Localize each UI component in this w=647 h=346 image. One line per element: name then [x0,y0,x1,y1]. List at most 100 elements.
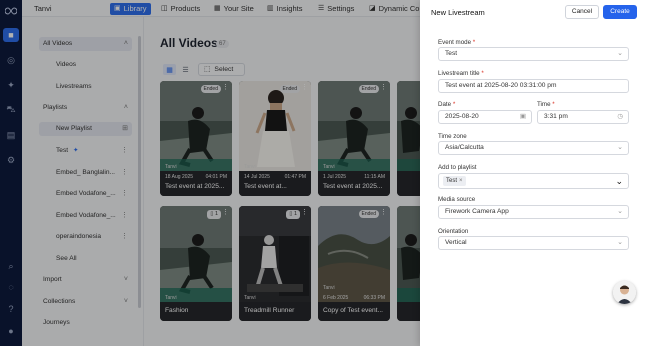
sidebar-item-playlist[interactable]: Embed_ Banglalin... ⋮ [56,166,132,180]
sidebar-item-playlist[interactable]: Test ✦ ⋮ [56,144,132,158]
sidebar-item-playlist[interactable]: Embed Vodafone_... ⋮ [56,209,132,223]
card-title: Copy of Test event... [323,307,383,314]
tab-insights[interactable]: ▥ Insights [267,3,302,15]
orientation-label: Orientation [438,228,469,235]
video-thumbnail [160,81,232,171]
card-date: 14 Jul 2025 [244,174,270,180]
tab-dynamic-content[interactable]: ◪ Dynamic Co [369,3,419,15]
book-rail-icon[interactable]: ▤ [3,128,19,142]
time-zone-select[interactable]: Asia/Calcutta ⌄ [438,141,629,155]
more-icon[interactable]: ⋮ [222,209,229,217]
settings-rail-icon[interactable]: ⚙ [3,153,19,167]
video-card[interactable]: Ended ⋮ Tanvi 6 Feb 2025 06:33 PM Copy o… [318,206,390,321]
more-icon[interactable]: ⋮ [121,166,128,180]
clipboard-icon: ▯ [210,211,214,217]
more-icon[interactable]: ⋮ [121,209,128,223]
more-icon[interactable]: ⋮ [121,144,128,158]
create-button[interactable]: Create [603,5,637,19]
chevron-up-icon: ˄ [123,40,128,47]
logo-icon[interactable] [3,4,19,18]
label-text: Date [438,101,452,108]
support-avatar[interactable] [613,281,636,304]
status-badge: Ended [358,85,379,93]
media-source-select[interactable]: Firework Camera App ⌄ [438,205,629,219]
video-card[interactable]: Ended ⋮ Tanvi 14 Jul 2025 01:47 PM Test … [239,81,311,196]
video-thumbnail [160,206,232,302]
remove-chip-icon[interactable]: × [459,178,463,184]
select-button[interactable]: ⬚ Select [198,63,245,76]
required-marker: * [452,101,456,108]
help-rail-icon[interactable]: ? [3,302,19,316]
video-card[interactable]: ▯ 1 ⋮ Tanvi Treadmill Runner [239,206,311,321]
playlist-multiselect[interactable]: Test × ⌄ [438,173,629,189]
card-author: Tanvi [244,164,256,170]
sidebar-item-playlist[interactable]: operaindonesia ⋮ [56,230,132,244]
see-all-link[interactable]: See All [56,252,77,266]
workspace-selector[interactable]: Tanvi ▾ [28,3,123,14]
sidebar-item-journeys[interactable]: Journeys [43,316,70,330]
sidebar-item-import[interactable]: Import ˅ [43,273,132,287]
video-card[interactable]: Ended ⋮ Tanvi 18 Aug 2025 04:01 PM Test … [160,81,232,196]
orientation-select[interactable]: Vertical ⌄ [438,236,629,250]
messages-rail-icon[interactable]: ◌ [3,280,19,294]
sidebar-scrollbar[interactable] [138,36,141,308]
calendar-icon[interactable]: ▣ [520,111,526,123]
library-rail-icon[interactable]: ■ [3,28,19,42]
tab-settings[interactable]: ☰ Settings [318,3,354,15]
sidebar-item-collections[interactable]: Collections ˅ [43,295,132,309]
date-input[interactable]: 2025-08-20 ▣ [438,110,532,124]
required-marker: * [472,39,476,46]
more-icon[interactable]: ⋮ [121,230,128,244]
tab-your-site[interactable]: ▦ Your Site [214,3,254,15]
date-label: Date * [438,101,455,108]
label-text: Livestream title [438,70,480,77]
sidebar-item-livestreams[interactable]: Livestreams [56,80,92,94]
count-badge: ▯ 1 [286,210,300,219]
card-title: Test event at... [244,183,287,190]
sparkle-rail-icon[interactable]: ✦ [3,78,19,92]
sidebar-item-playlist[interactable]: Embed Vodafone_... ⋮ [56,187,132,201]
search-rail-icon[interactable]: ⌕ [3,259,19,273]
sidebar-item-videos[interactable]: Videos [56,58,76,72]
video-card-footer: Tanvi 6 Feb 2025 06:33 PM Copy of Test e… [318,285,390,321]
time-label: Time * [537,101,555,108]
video-count-badge: 67 [216,40,229,48]
more-icon[interactable]: ⋮ [380,209,387,217]
chevron-down-icon: ˅ [123,298,128,305]
event-mode-select[interactable]: Test ⌄ [438,47,629,61]
video-card-footer: Tanvi Treadmill Runner [239,295,311,321]
more-icon[interactable]: ⋮ [301,209,308,217]
count-value: 1 [214,211,218,217]
card-title: Treadmill Runner [244,307,295,314]
video-card[interactable]: ▯ 1 ⋮ Tanvi Fashion [160,206,232,321]
grid-view-icon[interactable]: ▦ [163,64,176,75]
library-sidebar: All Videos ˄ Videos Livestreams Playlist… [22,17,144,346]
clipboard-icon: ▯ [289,211,293,217]
new-playlist-button[interactable]: New Playlist ⊞ [39,122,132,136]
tab-label: Insights [276,4,303,13]
time-input[interactable]: 3:31 pm ◷ [537,110,629,124]
chat-rail-icon[interactable]: ◎ [3,53,19,67]
select-icon: ⬚ [204,66,211,73]
account-rail-icon[interactable]: ● [3,324,19,338]
label-text: Event mode [438,39,472,46]
livestream-title-input[interactable]: Test event at 2025-08-20 03:31:00 pm [438,79,629,93]
tab-products[interactable]: ◫ Products [161,3,200,15]
video-card-footer: Tanvi 1 Jul 2025 11:15 AM Test event at … [318,164,390,196]
sidebar-item-all-videos[interactable]: All Videos ˄ [39,37,132,51]
more-icon[interactable]: ⋮ [301,84,308,92]
more-icon[interactable]: ⋮ [121,187,128,201]
video-card-footer: Tanvi Fashion [160,295,232,321]
video-card[interactable]: Ended ⋮ Tanvi 1 Jul 2025 11:15 AM Test e… [318,81,390,196]
tab-library[interactable]: ▣ Library [110,3,151,15]
clock-icon[interactable]: ◷ [617,111,623,123]
sidebar-item-playlists[interactable]: Playlists ˄ [43,101,132,115]
page-title: All Videos [160,36,218,50]
more-icon[interactable]: ⋮ [380,84,387,92]
cancel-button[interactable]: Cancel [565,5,599,19]
chevron-down-icon: ˅ [123,276,128,283]
cart-rail-icon[interactable]: ⛍ [3,103,19,117]
time-value: 3:31 pm [544,113,568,120]
list-view-icon[interactable]: ☰ [179,64,192,75]
more-icon[interactable]: ⋮ [222,84,229,92]
